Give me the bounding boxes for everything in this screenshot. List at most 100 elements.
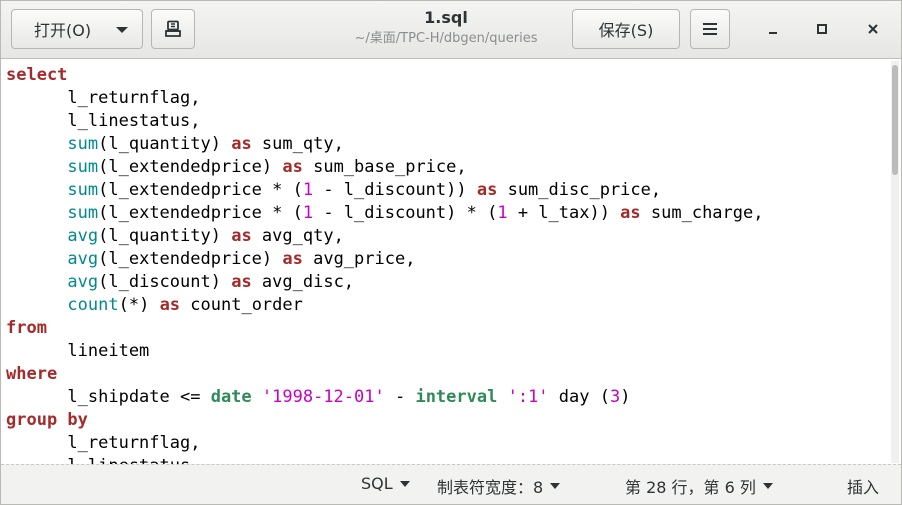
maximize-button[interactable] (808, 15, 836, 43)
scrollbar-thumb[interactable] (892, 65, 898, 175)
code-token-kw: group by (6, 410, 88, 430)
chevron-down-icon (399, 480, 410, 487)
code-token-plain: l_linestatus, (6, 111, 201, 131)
code-token-plain: + l_tax)) (507, 203, 621, 223)
pin-document-button[interactable] (151, 9, 195, 49)
code-token-plain: sum_disc_price, (497, 180, 662, 200)
code-line: l_linestatus (6, 455, 889, 464)
code-token-plain: avg_qty, (251, 226, 344, 246)
code-line: avg(l_quantity) as avg_qty, (6, 225, 889, 248)
chevron-down-icon (762, 483, 773, 489)
save-button[interactable]: 保存(S) (572, 9, 680, 49)
gedit-window: 打开(O) 1.sql ~/桌面/TPC-H/dbgen/queries 保存(… (0, 0, 902, 505)
close-button[interactable] (859, 15, 887, 43)
code-token-str: '1998-12-01' (261, 387, 385, 407)
code-token-kw: as (231, 134, 252, 154)
code-token-num: 1 (302, 180, 314, 200)
code-token-fn: avg (67, 226, 99, 246)
code-token-num: 1 (497, 203, 508, 223)
code-editor[interactable]: select l_returnflag, l_linestatus, sum(l… (1, 60, 889, 464)
code-line: avg(l_discount) as avg_disc, (6, 271, 889, 294)
code-token-plain: (l_extendedprice * ( (98, 180, 303, 200)
code-token-plain: ) (620, 387, 631, 407)
code-line: sum(l_extendedprice * (1 - l_discount)) … (6, 179, 889, 202)
code-token-ty: date (210, 387, 252, 407)
code-line: sum(l_extendedprice) as sum_base_price, (6, 156, 889, 179)
save-button-label: 保存(S) (598, 21, 654, 40)
code-line: group by (6, 409, 889, 432)
code-line: sum(l_quantity) as sum_qty, (6, 133, 889, 156)
code-token-plain: l_shipdate <= (6, 387, 211, 407)
code-token-kw: as (620, 203, 641, 223)
code-line: avg(l_extendedprice) as avg_price, (6, 248, 889, 271)
code-token-plain: (l_extendedprice) (98, 157, 283, 177)
code-token-fn: sum (67, 157, 99, 177)
code-text[interactable]: select l_returnflag, l_linestatus, sum(l… (1, 60, 889, 464)
open-button[interactable]: 打开(O) (11, 9, 143, 49)
code-token-ty: interval (415, 387, 498, 407)
code-token-plain: sum_charge, (640, 203, 764, 223)
header-bar: 打开(O) 1.sql ~/桌面/TPC-H/dbgen/queries 保存(… (1, 1, 901, 59)
code-token-plain: - (384, 387, 416, 407)
vertical-scrollbar[interactable] (891, 61, 899, 463)
cursor-position-label: 第 28 行，第 6 列 (625, 478, 756, 497)
code-token-kw: as (231, 272, 252, 292)
code-token-plain: - l_discount)) (313, 180, 477, 200)
language-selector[interactable]: SQL (361, 474, 410, 493)
code-token-kw: from (6, 318, 47, 338)
code-token-plain: l_returnflag, (6, 88, 201, 108)
code-token-kw: as (159, 295, 181, 315)
hamburger-menu-icon (703, 23, 717, 35)
code-token-plain: - l_discount) * ( (313, 203, 498, 223)
minimize-icon (769, 32, 777, 34)
insert-mode-indicator: 插入 (847, 474, 879, 498)
code-token-num: 3 (609, 387, 621, 407)
code-token-plain: (l_extendedprice) (98, 249, 283, 269)
code-line: lineitem (6, 340, 889, 363)
code-token-fn: sum (67, 134, 99, 154)
code-token-plain: (l_quantity) (98, 226, 232, 246)
code-token-plain: avg_disc, (251, 272, 355, 292)
code-token-num: 1 (302, 203, 314, 223)
code-line: count(*) as count_order (6, 294, 889, 317)
code-token-kw: as (476, 180, 498, 200)
menu-button[interactable] (690, 9, 730, 49)
cursor-position-selector[interactable]: 第 28 行，第 6 列 (625, 474, 773, 498)
code-line: from (6, 317, 889, 340)
code-token-kw: as (282, 157, 303, 177)
code-token-plain: (l_extendedprice * ( (98, 203, 303, 223)
maximize-icon (817, 24, 827, 34)
minimize-button[interactable] (759, 15, 787, 43)
tab-width-selector[interactable]: 制表符宽度：8 (437, 474, 561, 498)
language-label: SQL (361, 474, 393, 493)
chevron-down-icon (550, 483, 561, 489)
code-token-fn: avg (67, 249, 99, 269)
code-line: select (6, 64, 889, 87)
tab-width-label: 制表符宽度：8 (437, 478, 544, 497)
code-token-plain: sum_base_price, (302, 157, 467, 177)
code-token-str: ':1' (507, 387, 549, 407)
code-token-plain: count_order (180, 295, 303, 315)
code-token-plain: l_linestatus (6, 456, 190, 464)
code-token-plain: (l_discount) (98, 272, 232, 292)
insert-mode-label: 插入 (847, 478, 880, 497)
code-token-fn: sum (67, 180, 99, 200)
close-icon (868, 24, 878, 34)
code-token-fn: avg (67, 272, 99, 292)
code-token-plain: day ( (548, 387, 610, 407)
code-line: where (6, 363, 889, 386)
code-token-plain: (*) (118, 295, 160, 315)
code-line: l_returnflag, (6, 87, 889, 110)
open-button-label: 打开(O) (34, 21, 92, 40)
code-token-plain: avg_price, (302, 249, 416, 269)
code-line: l_returnflag, (6, 432, 889, 455)
